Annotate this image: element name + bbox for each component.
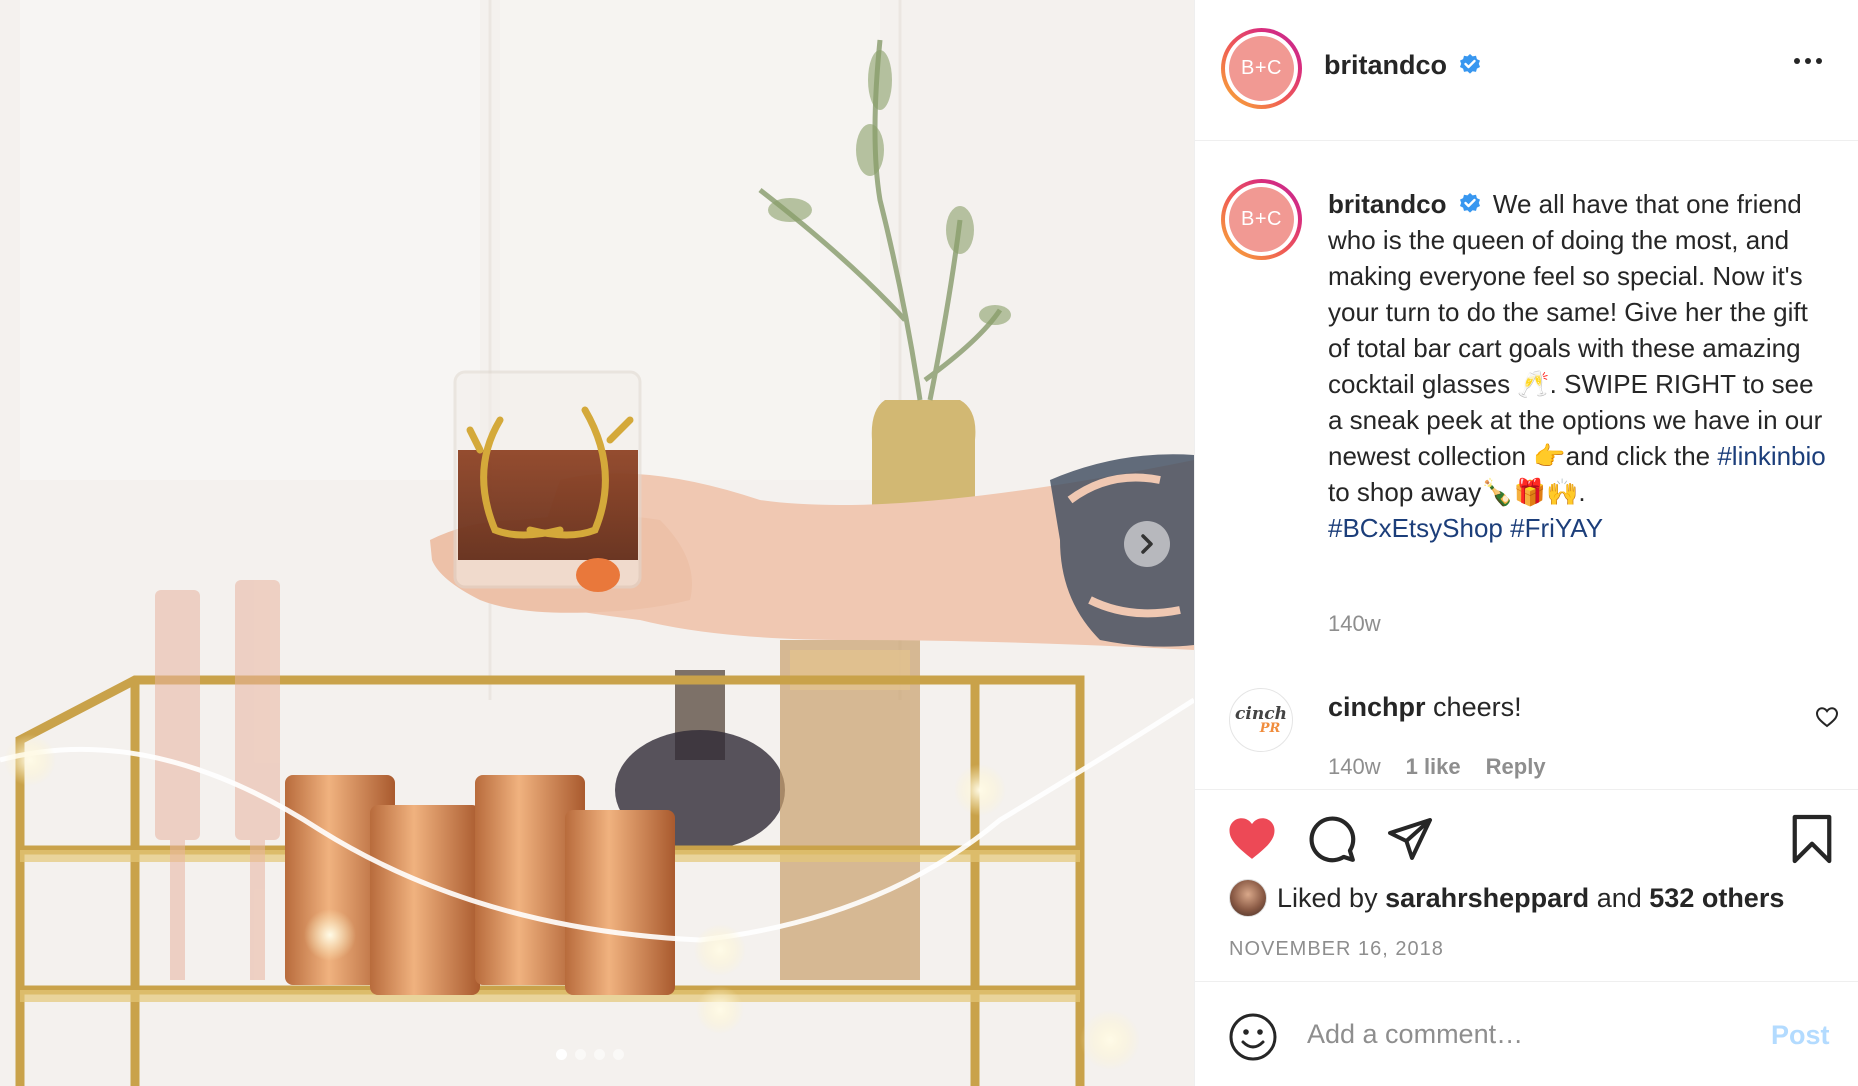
verified-badge-icon bbox=[1459, 193, 1480, 213]
comment-body: cinchpr cheers! bbox=[1328, 692, 1522, 723]
chevron-right-icon bbox=[1141, 534, 1153, 554]
caption-text: to shop away🍾🎁🙌. bbox=[1328, 477, 1586, 507]
post-caption: britandco We all have that one friend wh… bbox=[1328, 186, 1828, 546]
comment-input[interactable] bbox=[1307, 1012, 1747, 1056]
author-avatar-logo: B+C bbox=[1229, 36, 1294, 101]
post-comment-button[interactable]: Post bbox=[1771, 1020, 1830, 1051]
post-photo-scene bbox=[0, 0, 1194, 1086]
hashtag-link[interactable]: #linkinbio bbox=[1717, 441, 1825, 471]
more-dots-icon bbox=[1794, 58, 1800, 64]
caption-text: We all have that one friend who is the q… bbox=[1328, 189, 1823, 471]
comment-timestamp[interactable]: 140w bbox=[1328, 754, 1381, 780]
comment-item: cinch PR cinchpr cheers! 140w 1 like Rep… bbox=[1195, 670, 1858, 790]
heart-filled-icon[interactable] bbox=[1227, 815, 1277, 861]
commenter-avatar[interactable]: cinch PR bbox=[1229, 688, 1293, 752]
caption-timestamp[interactable]: 140w bbox=[1328, 611, 1381, 637]
add-comment-bar: Post bbox=[1195, 982, 1858, 1086]
comment-like-heart-icon[interactable] bbox=[1815, 706, 1839, 728]
comment-reply-button[interactable]: Reply bbox=[1486, 754, 1546, 780]
comment-likes-link[interactable]: 1 like bbox=[1406, 754, 1461, 780]
commenter-avatar-text: cinch bbox=[1235, 703, 1287, 724]
carousel-dot-active bbox=[556, 1049, 567, 1060]
caption-author-avatar[interactable]: B+C bbox=[1221, 179, 1302, 260]
carousel-dot bbox=[613, 1049, 624, 1060]
commenter-username[interactable]: cinchpr bbox=[1328, 692, 1426, 722]
caption-avatar-logo: B+C bbox=[1229, 187, 1294, 252]
post-photo[interactable] bbox=[0, 0, 1194, 1086]
hashtag-link[interactable]: #BCxEtsyShop bbox=[1328, 513, 1503, 543]
likes-middle: and bbox=[1596, 882, 1642, 913]
post-actions: Liked by sarahrsheppard and 532 others N… bbox=[1195, 789, 1858, 982]
liker-username[interactable]: sarahrsheppard bbox=[1385, 883, 1589, 914]
likes-prefix: Liked by bbox=[1277, 882, 1378, 913]
commenter-avatar-text: PR bbox=[1259, 720, 1281, 736]
hashtag-link[interactable]: #FriYAY bbox=[1510, 513, 1603, 543]
carousel-dot bbox=[575, 1049, 586, 1060]
more-options-button[interactable] bbox=[1794, 58, 1822, 64]
comment-meta: 140w 1 like Reply bbox=[1328, 754, 1546, 780]
likes-summary: Liked by sarahrsheppard and 532 others bbox=[1229, 879, 1784, 917]
comment-text: cheers! bbox=[1433, 692, 1522, 722]
post-header: B+C britandco bbox=[1195, 0, 1858, 141]
author-avatar[interactable]: B+C bbox=[1221, 28, 1302, 109]
carousel-next-button[interactable] bbox=[1124, 521, 1170, 567]
caption-username[interactable]: britandco bbox=[1328, 189, 1446, 219]
bookmark-icon[interactable] bbox=[1789, 813, 1835, 865]
liker-avatar[interactable] bbox=[1229, 879, 1267, 917]
post-sidebar: B+C britandco B+C britandco We all have … bbox=[1194, 0, 1858, 1086]
post-date[interactable]: NOVEMBER 16, 2018 bbox=[1229, 938, 1444, 961]
author-username[interactable]: britandco bbox=[1324, 50, 1447, 81]
likes-others-link[interactable]: 532 others bbox=[1649, 883, 1784, 914]
paper-plane-icon[interactable] bbox=[1385, 814, 1435, 862]
verified-badge-icon bbox=[1460, 54, 1480, 74]
comment-icon[interactable] bbox=[1307, 814, 1357, 864]
carousel-indicator bbox=[556, 1049, 624, 1060]
carousel-dot bbox=[594, 1049, 605, 1060]
smiley-icon[interactable] bbox=[1229, 1013, 1277, 1061]
